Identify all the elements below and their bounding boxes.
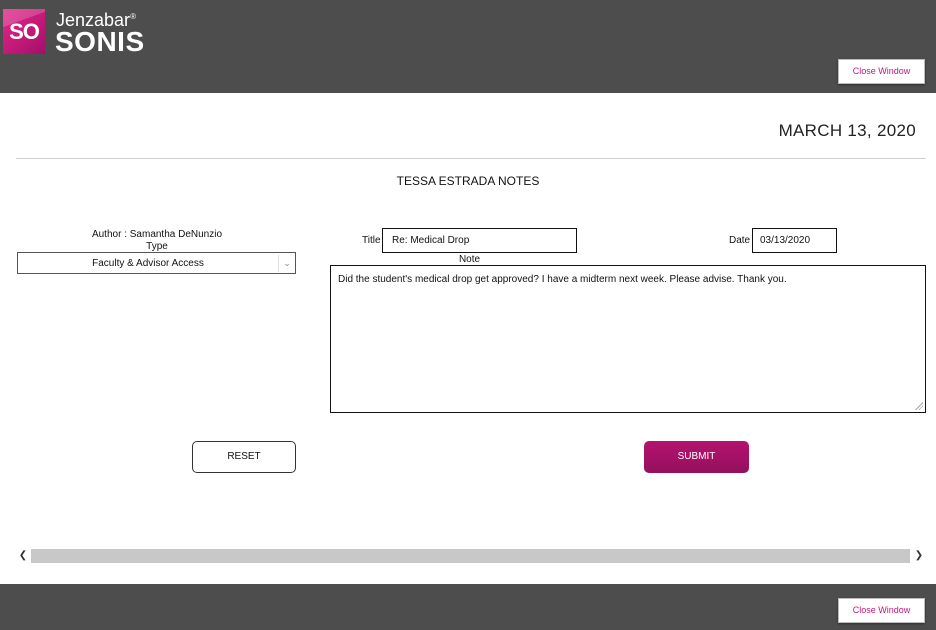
chevron-down-icon: ⌄ [278,255,295,272]
note-text: Did the student's medical drop get appro… [338,274,787,285]
close-window-button-bottom[interactable]: Close Window [838,598,925,623]
close-window-button-top[interactable]: Close Window [838,59,925,84]
date-input[interactable]: 03/13/2020 [752,228,837,253]
note-label: Note [458,254,481,265]
sonis-logo: SO [3,9,45,54]
top-header-bar: SO Jenzabar® SONIS Close Window [0,0,936,93]
brand-name-sonis: SONIS [55,26,145,57]
author-label: Author : Samantha DeNunzio [91,229,223,240]
page-title: TESSA ESTRADA NOTES [396,174,540,188]
resize-grip-icon[interactable] [915,402,923,410]
scroll-right-icon[interactable]: ❯ [912,549,926,563]
logo-initials: SO [9,19,40,44]
title-input[interactable]: Re: Medical Drop [382,228,577,253]
title-label: Title [362,235,381,246]
type-label: Type [146,241,168,252]
current-date-heading: MARCH 13, 2020 [778,121,916,140]
divider [16,158,926,159]
submit-button[interactable]: SUBMIT [644,441,749,473]
type-select-value: Faculty & Advisor Access [92,258,204,269]
note-textarea[interactable]: Did the student's medical drop get appro… [330,265,926,413]
type-select[interactable]: Faculty & Advisor Access ⌄ [17,252,296,274]
reset-button[interactable]: RESET [192,441,296,473]
date-label: Date [729,235,751,246]
bottom-footer-bar: Close Window [0,584,936,630]
scrollbar-thumb[interactable] [31,549,910,563]
scroll-left-icon[interactable]: ❮ [16,549,30,563]
horizontal-scrollbar[interactable]: ❮ ❯ [16,549,926,563]
